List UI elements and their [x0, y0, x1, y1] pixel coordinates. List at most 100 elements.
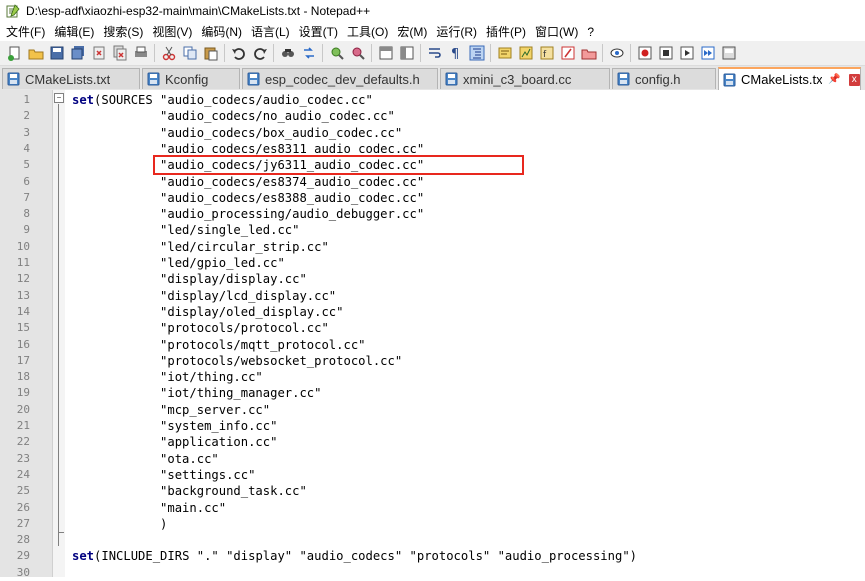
close-tab-icon[interactable]: x: [848, 73, 860, 86]
tab-xmini-c3-board[interactable]: xmini_c3_board.cc: [440, 68, 610, 89]
code-line[interactable]: "ota.cc": [72, 451, 219, 467]
menu-item-2[interactable]: 搜索(S): [97, 23, 146, 40]
code-text: "system_info.cc": [72, 419, 278, 433]
menu-item-4[interactable]: 编码(N): [195, 23, 245, 40]
code-line[interactable]: "display/lcd_display.cc": [72, 288, 336, 304]
tab-cmakelists-1[interactable]: CMakeLists.txt: [2, 68, 140, 89]
menu-item-10[interactable]: 插件(P): [480, 23, 529, 40]
code-line[interactable]: "display/oled_display.cc": [72, 304, 344, 320]
open-file-icon[interactable]: [26, 44, 45, 62]
code-text: ): [72, 516, 168, 531]
code-line[interactable]: ): [72, 516, 167, 532]
line-number: 18: [16, 370, 30, 384]
copy-icon[interactable]: [180, 44, 199, 62]
fold-toggle-icon[interactable]: −: [54, 93, 64, 103]
cut-icon[interactable]: [159, 44, 178, 62]
print-icon[interactable]: [131, 44, 150, 62]
code-line[interactable]: "led/single_led.cc": [72, 222, 299, 238]
fold-margin[interactable]: [53, 90, 65, 577]
code-line[interactable]: "background_task.cc": [72, 483, 307, 499]
sync-vertical-icon[interactable]: [376, 44, 395, 62]
menu-item-11[interactable]: 窗口(W): [529, 23, 581, 40]
code-line[interactable]: "iot/thing_manager.cc": [72, 385, 321, 401]
menu-item-5[interactable]: 语言(L): [245, 23, 293, 40]
zoom-in-icon[interactable]: [327, 44, 346, 62]
menu-item-12[interactable]: ?: [581, 25, 597, 39]
tab-config-h[interactable]: config.h: [612, 68, 716, 89]
paste-icon[interactable]: [201, 44, 220, 62]
function-list-icon[interactable]: f: [537, 44, 556, 62]
save-all-icon[interactable]: [68, 44, 87, 62]
doc-list-icon[interactable]: [579, 44, 598, 62]
menu-item-6[interactable]: 设置(T): [293, 23, 341, 40]
undo-icon[interactable]: [229, 44, 248, 62]
replace-icon[interactable]: [299, 44, 318, 62]
code-text: "audio_processing/audio_debugger.cc": [72, 207, 425, 222]
code-line[interactable]: set(SOURCES "audio_codecs/audio_codec.cc…: [72, 92, 373, 108]
indent-guide-icon[interactable]: [467, 44, 486, 62]
doc-map-icon[interactable]: [516, 44, 535, 62]
line-number: 25: [16, 484, 30, 498]
code-line[interactable]: "protocols/websocket_protocol.cc": [72, 353, 402, 369]
code-line[interactable]: "led/gpio_led.cc": [72, 255, 285, 271]
code-line[interactable]: "settings.cc": [72, 467, 255, 483]
code-text: "audio_codecs/no_audio_codec.cc": [72, 109, 395, 124]
stop-record-icon[interactable]: [656, 44, 675, 62]
code-line[interactable]: "audio_codecs/box_audio_codec.cc": [72, 125, 402, 141]
line-number: 30: [16, 565, 30, 579]
line-number: 13: [16, 288, 30, 302]
editor[interactable]: 1 2 3 4 5 6 7 8 9 10 11 12 13 14 15 16 17 18 19 20 21 22 23 24 2…: [0, 90, 865, 579]
run-macro-multiple-icon[interactable]: [698, 44, 717, 62]
file-saved-icon: [445, 72, 458, 86]
code-line[interactable]: "system_info.cc": [72, 418, 277, 434]
code-line[interactable]: "display/display.cc": [72, 271, 307, 287]
code-line[interactable]: "mcp_server.cc": [72, 402, 270, 418]
code-line[interactable]: "audio_codecs/es8388_audio_codec.cc": [72, 190, 424, 206]
toolbar-separator: [273, 44, 274, 62]
line-number: 15: [16, 321, 30, 335]
tab-esp-codec-dev-defaults[interactable]: esp_codec_dev_defaults.h: [242, 68, 438, 89]
record-macro-icon[interactable]: [635, 44, 654, 62]
code-line[interactable]: set(INCLUDE_DIRS "." "display" "audio_co…: [72, 548, 637, 564]
pin-icon[interactable]: 📌: [828, 74, 840, 85]
menu-item-1[interactable]: 编辑(E): [48, 23, 97, 40]
close-icon[interactable]: [89, 44, 108, 62]
code-line[interactable]: "led/circular_strip.cc": [72, 239, 329, 255]
save-macro-icon[interactable]: [719, 44, 738, 62]
code-text: "protocols/websocket_protocol.cc": [72, 353, 403, 368]
code-text: "settings.cc": [72, 467, 256, 482]
code-line[interactable]: "iot/thing.cc": [72, 369, 263, 385]
folder-workspace-icon[interactable]: [558, 44, 577, 62]
keyword: set: [72, 93, 95, 107]
zoom-out-icon[interactable]: [348, 44, 367, 62]
monitor-icon[interactable]: [607, 44, 626, 62]
close-all-icon[interactable]: [110, 44, 129, 62]
find-icon[interactable]: [278, 44, 297, 62]
tab-kconfig[interactable]: Kconfig: [142, 68, 240, 89]
toolbar-separator: [602, 44, 603, 62]
code-line[interactable]: "main.cc": [72, 500, 226, 516]
code-line[interactable]: "audio_processing/audio_debugger.cc": [72, 206, 424, 222]
menu-item-3[interactable]: 视图(V): [146, 23, 195, 40]
sync-horizontal-icon[interactable]: [397, 44, 416, 62]
menu-item-8[interactable]: 宏(M): [391, 23, 430, 40]
menu-item-0[interactable]: 文件(F): [0, 23, 48, 40]
code-line[interactable]: "audio_codecs/es8374_audio_codec.cc": [72, 174, 424, 190]
tab-cmakelists-active[interactable]: CMakeLists.txt 📌 x: [718, 67, 861, 90]
new-file-icon[interactable]: [5, 44, 24, 62]
menu-item-9[interactable]: 运行(R): [430, 23, 480, 40]
menu-item-7[interactable]: 工具(O): [341, 23, 391, 40]
code-line[interactable]: "protocols/mqtt_protocol.cc": [72, 337, 365, 353]
word-wrap-icon[interactable]: [425, 44, 444, 62]
line-number: 26: [16, 500, 30, 514]
code-line[interactable]: "application.cc": [72, 434, 277, 450]
line-number: 14: [16, 304, 30, 318]
code-text: "display/oled_display.cc": [72, 304, 344, 319]
code-line[interactable]: "protocols/protocol.cc": [72, 320, 329, 336]
save-icon[interactable]: [47, 44, 66, 62]
show-all-chars-icon[interactable]: ¶: [446, 44, 465, 62]
udl-icon[interactable]: [495, 44, 514, 62]
code-line[interactable]: "audio_codecs/no_audio_codec.cc": [72, 108, 395, 124]
play-macro-icon[interactable]: [677, 44, 696, 62]
redo-icon[interactable]: [250, 44, 269, 62]
